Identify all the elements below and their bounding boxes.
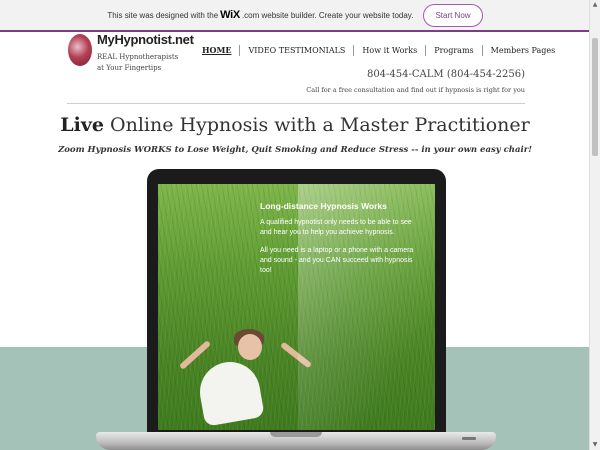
headline-rest: Online Hypnosis with a Master Practition… [104,114,530,136]
nav-item-home[interactable]: HOME [196,45,239,56]
headline-strong: Live [60,114,104,136]
site-logo-title[interactable]: MyHypnotist.net [97,32,194,47]
wix-banner-text-before: This site was designed with the [107,10,219,20]
nav-item-how-it-works[interactable]: How it Works [353,45,425,56]
screen-paragraph-2: All you need is a laptop or a phone with… [260,247,414,274]
screen-paragraph-1: A qualified hypnotist only needs to be a… [260,219,412,236]
nav-item-members-pages[interactable]: Members Pages [481,45,564,56]
woman-head [238,334,262,360]
screen-title: Long-distance Hypnosis Works [260,201,387,211]
consult-text: Call for a free consultation and find ou… [306,86,525,94]
start-now-button[interactable]: Start Now [423,3,483,27]
laptop-vent [462,437,476,440]
site-tagline: REAL Hypnotherapists at Your Fingertips [97,53,179,72]
wix-logo[interactable]: WiX [220,9,240,21]
laptop-screen-image: Long-distance Hypnosis Works A qualified… [158,184,435,430]
nav-item-video-testimonials[interactable]: VIDEO TESTIMONIALS [239,45,353,56]
phone-number[interactable]: 804-454-CALM (804-454-2256) [367,69,525,80]
scroll-down-arrow-icon[interactable]: ▼ [590,440,600,450]
scroll-up-arrow-icon[interactable]: ▲ [590,0,600,10]
wix-banner: This site was designed with the WiX .com… [0,0,590,32]
page-headline: Live Online Hypnosis with a Master Pract… [0,114,590,136]
header-divider [67,103,525,104]
laptop-notch [270,432,322,437]
scroll-thumb[interactable] [592,38,598,156]
page-subheadline: Zoom Hypnosis WORKS to Lose Weight, Quit… [58,145,532,155]
nav-item-programs[interactable]: Programs [425,45,481,56]
page-scrollbar[interactable]: ▲ ▼ [589,0,600,450]
logo-globe-icon[interactable] [68,34,92,66]
wix-banner-text-after: .com website builder. Create your websit… [241,10,414,20]
main-nav: HOME VIDEO TESTIMONIALS How it Works Pro… [196,45,563,56]
